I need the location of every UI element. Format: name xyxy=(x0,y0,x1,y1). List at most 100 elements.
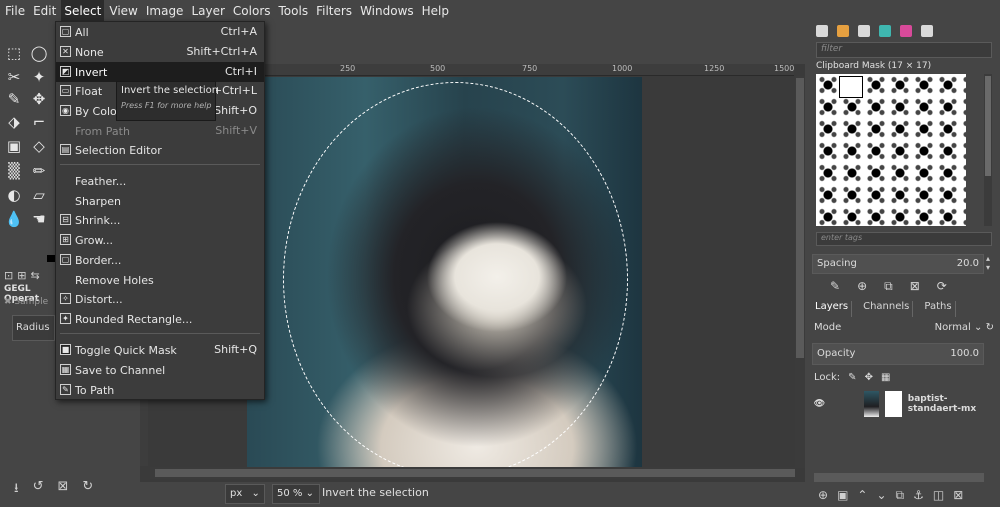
eye-icon[interactable]: 👁 xyxy=(812,399,827,409)
menu-help[interactable]: Help xyxy=(419,0,452,22)
patterns-tab-icon[interactable] xyxy=(837,25,849,37)
warp-tool-icon[interactable]: ▣ xyxy=(3,135,25,157)
selected-brush[interactable] xyxy=(839,76,863,98)
save-options-icon[interactable]: ⭳ xyxy=(14,479,19,501)
blur-tool-icon[interactable]: 💧 xyxy=(3,208,25,230)
fonts-tab-icon[interactable] xyxy=(858,25,870,37)
fuzzy-select-tool-icon[interactable]: ✦ xyxy=(28,66,50,88)
menu-item-none[interactable]: ✕ None Shift+Ctrl+A xyxy=(56,42,264,62)
opacity-slider[interactable]: Opacity 100.0 xyxy=(812,343,984,365)
quick-mask-icon: ■ xyxy=(60,344,71,355)
delete-layer-icon[interactable]: ⊠ xyxy=(953,488,963,503)
ellipse-select-tool-icon[interactable]: ◯ xyxy=(28,42,50,64)
menu-item-toggle-quick-mask[interactable]: ■ Toggle Quick Mask Shift+Q xyxy=(56,340,264,360)
anchor-layer-icon[interactable]: ⚓ xyxy=(913,488,924,503)
transform-tool-icon[interactable]: ⬗ xyxy=(3,111,25,133)
menu-item-invert[interactable]: ◩ Invert Ctrl+I xyxy=(56,62,264,82)
menu-item-shrink[interactable]: ⊟ Shrink... xyxy=(56,210,264,230)
delete-options-icon[interactable]: ⊠ xyxy=(57,479,68,501)
tab-layers[interactable]: Layers xyxy=(812,301,853,317)
tab-channels[interactable]: Channels xyxy=(860,301,914,317)
zoom-select[interactable]: 50 % ⌄ xyxy=(272,484,320,504)
brushes-tab-icon[interactable] xyxy=(816,25,828,37)
refresh-brushes-icon[interactable]: ⟳ xyxy=(937,279,947,294)
mode-select[interactable]: Normal ⌄ ↻ xyxy=(935,322,994,338)
layer-row[interactable]: 👁 baptist-standaert-mx xyxy=(812,386,998,422)
smudge-tool-icon[interactable]: ☚ xyxy=(28,208,50,230)
menu-layer[interactable]: Layer xyxy=(188,0,227,22)
free-select-tool-icon[interactable]: ✂ xyxy=(3,66,25,88)
lower-layer-icon[interactable]: ⌄ xyxy=(876,488,886,503)
raise-layer-icon[interactable]: ⌃ xyxy=(857,488,867,503)
menu-filters[interactable]: Filters xyxy=(313,0,355,22)
unit-select[interactable]: px ⌄ xyxy=(225,484,265,504)
menu-colors[interactable]: Colors xyxy=(230,0,274,22)
menu-item-all[interactable]: ▢ All Ctrl+A xyxy=(56,22,264,42)
duplicate-layer-icon[interactable]: ⧉ xyxy=(896,488,905,503)
radius-field[interactable]: Radius xyxy=(12,315,55,341)
restore-options-icon[interactable]: ↺ xyxy=(33,479,44,501)
spacing-spinner-icon[interactable]: ▴ ▾ xyxy=(986,254,996,274)
opacity-value: 100.0 xyxy=(950,348,979,359)
menu-item-grow[interactable]: ⊞ Grow... xyxy=(56,230,264,250)
perspective-tool-icon[interactable]: ◇ xyxy=(28,135,50,157)
tab-paths[interactable]: Paths xyxy=(921,301,956,317)
menu-item-distort[interactable]: ✧ Distort... xyxy=(56,289,264,309)
new-layer-icon[interactable]: ⊕ xyxy=(818,488,828,503)
reset-mode-icon[interactable]: ↻ xyxy=(986,322,994,333)
horizontal-scroll-thumb[interactable] xyxy=(155,469,795,477)
tool-options-tab-icon[interactable]: ⊡ xyxy=(4,269,13,282)
duplicate-brush-icon[interactable]: ⧉ xyxy=(884,279,893,294)
move-tool-icon[interactable]: ✥ xyxy=(28,88,50,110)
zoom-value: 50 % xyxy=(277,488,303,499)
brush-scroll-thumb[interactable] xyxy=(985,76,991,176)
pencil-tool-icon[interactable]: ✏ xyxy=(28,160,50,182)
reset-icon[interactable]: ✖ xyxy=(4,297,12,307)
undo-tab-icon[interactable]: ⇆ xyxy=(30,269,39,282)
menu-edit[interactable]: Edit xyxy=(30,0,59,22)
menu-item-remove-holes[interactable]: Remove Holes xyxy=(56,270,264,290)
edit-brush-icon[interactable]: ✎ xyxy=(830,279,840,294)
lock-position-icon[interactable]: ✥ xyxy=(865,372,873,383)
menu-item-selection-editor[interactable]: ▤ Selection Editor xyxy=(56,140,264,160)
lock-alpha-icon[interactable]: ▦ xyxy=(881,372,890,383)
brush-scrollbar[interactable] xyxy=(984,74,992,226)
paths-tool-icon[interactable]: ✎ xyxy=(3,88,25,110)
horizontal-scrollbar[interactable] xyxy=(150,467,795,479)
tags-input[interactable]: enter tags xyxy=(816,232,992,246)
vertical-scroll-thumb[interactable] xyxy=(796,78,804,358)
gradients-tab-icon[interactable] xyxy=(879,25,891,37)
menu-image[interactable]: Image xyxy=(143,0,187,22)
device-status-tab-icon[interactable]: ⊞ xyxy=(17,269,26,282)
vertical-scrollbar[interactable] xyxy=(795,76,805,468)
menu-item-rounded-rectangle[interactable]: ✦ Rounded Rectangle... xyxy=(56,309,264,329)
menu-view[interactable]: View xyxy=(106,0,140,22)
menu-item-sharpen[interactable]: Sharpen xyxy=(56,191,264,211)
menu-item-save-to-channel[interactable]: ▦ Save to Channel xyxy=(56,360,264,380)
palettes-tab-icon[interactable] xyxy=(900,25,912,37)
rect-select-tool-icon[interactable]: ⬚ xyxy=(3,42,25,64)
mask-layer-icon[interactable]: ◫ xyxy=(933,488,944,503)
bucket-fill-tool-icon[interactable]: ◐ xyxy=(3,184,25,206)
new-layer-group-icon[interactable]: ▣ xyxy=(837,488,848,503)
eraser-tool-icon[interactable]: ▱ xyxy=(28,184,50,206)
ruler-label: 1500 xyxy=(774,64,795,73)
gradient-tool-icon[interactable]: ▒ xyxy=(3,160,25,182)
spacing-slider[interactable]: Spacing 20.0 xyxy=(812,254,984,274)
brush-filter-input[interactable]: filter xyxy=(816,42,992,58)
crop-tool-icon[interactable]: ⌐ xyxy=(28,111,50,133)
menu-item-border[interactable]: ▢ Border... xyxy=(56,250,264,270)
menu-windows[interactable]: Windows xyxy=(357,0,417,22)
delete-brush-icon[interactable]: ⊠ xyxy=(910,279,920,294)
menu-tools[interactable]: Tools xyxy=(276,0,312,22)
to-path-icon: ✎ xyxy=(60,384,71,395)
menu-select[interactable]: Select xyxy=(61,0,105,22)
images-tab-icon[interactable] xyxy=(921,25,933,37)
lock-pixels-icon[interactable]: ✎ xyxy=(848,372,856,383)
layers-scrollbar[interactable] xyxy=(814,473,984,482)
reset-options-icon[interactable]: ↻ xyxy=(82,479,93,501)
menu-item-feather[interactable]: Feather... xyxy=(56,171,264,191)
new-brush-icon[interactable]: ⊕ xyxy=(857,279,867,294)
menu-item-to-path[interactable]: ✎ To Path xyxy=(56,380,264,400)
menu-file[interactable]: File xyxy=(2,0,28,22)
